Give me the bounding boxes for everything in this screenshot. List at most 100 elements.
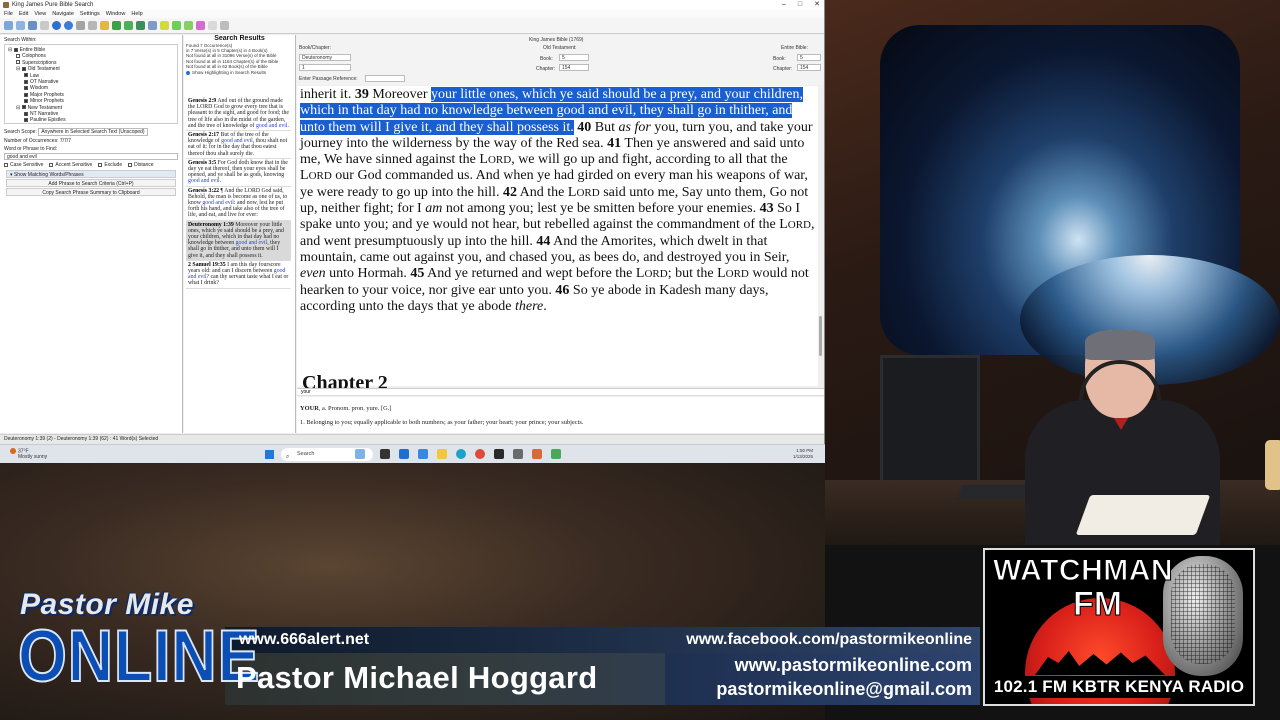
menu-edit[interactable]: Edit [19,10,28,18]
search-within-label: Search Within: [4,37,37,43]
maximize-icon[interactable]: □ [798,0,802,10]
print-icon[interactable] [40,21,49,30]
layout-icon[interactable] [148,21,157,30]
settings-icon[interactable] [513,449,523,459]
occurrences-row: Number of Occurrences: 7/7/7 [4,138,71,144]
website-facebook: www.facebook.com/pastormikeonline [686,631,972,648]
open-bible [1075,495,1211,535]
accent-sensitive-checkbox[interactable]: Accent Sensitive [49,162,92,168]
entire-bible-label: Entire Bible: [781,45,808,51]
dictionary-headword: YOUR [300,405,319,412]
occurrences-value: 7/7/7 [59,138,71,144]
copy-icon[interactable] [88,21,97,30]
taskbar-clock[interactable]: 1:50 PM 1/13/2025 [793,448,813,460]
microphone-grille-icon [1171,564,1235,664]
open-icon[interactable] [16,21,25,30]
verse-number: 43 [759,201,774,217]
chrome-icon[interactable] [475,449,485,459]
scripture-text-pane[interactable]: inherit it. 39 Moreover your little ones… [297,86,818,386]
stream-frame: King James Pure Bible Search – □ ✕ File … [0,0,1280,720]
search-scope-select[interactable]: Anywhere in Selected Search Text (Unscop… [38,128,148,136]
settings-icon[interactable] [220,21,229,30]
link-icon[interactable] [136,21,145,30]
paste-icon[interactable] [100,21,109,30]
phrase-input[interactable]: good and evil [4,153,178,160]
refresh-icon[interactable] [112,21,121,30]
website-pastormikeonline: www.pastormikeonline.com [734,655,972,675]
search-scope-label: Search Scope: Anywhere in Selected Searc… [0,125,182,136]
new-search-icon[interactable] [4,21,13,30]
obs-icon[interactable] [494,449,504,459]
windows-taskbar: 37°F Mostly sunny ⌕ Search 1:50 PM 1/13/20… [0,444,825,463]
ot-chapter-spinner[interactable]: 154 [559,64,589,71]
reference-input[interactable] [365,75,405,82]
ot-book-spinner[interactable]: 5 [559,54,589,61]
menu-navigate[interactable]: Navigate [52,10,74,18]
exclude-checkbox[interactable]: Exclude [98,162,122,168]
highlighter-lime-icon[interactable] [184,21,193,30]
edge-icon[interactable] [418,449,428,459]
sync-icon[interactable] [124,21,133,30]
enter-reference-label: Enter Passage Reference: [299,76,358,82]
result-item[interactable]: 2 Samuel 19:35 I am this day fourscore y… [186,261,291,289]
task-view-icon[interactable] [380,449,390,459]
verse-number: 40 [577,119,592,135]
copy-summary-button[interactable]: Copy Search Phrase Summary to Clipboard [6,188,176,196]
browser-icon[interactable] [456,449,466,459]
menu-window[interactable]: Window [106,10,126,18]
result-item[interactable]: Genesis 2:9 And out of the ground made t… [186,97,291,132]
result-item[interactable]: Genesis 3:22 ¶ And the LORD God said, Be… [186,187,291,221]
watchman-fm-logo: WATCHMAN FM 102.1 FM KBTR KENYA RADIO [983,548,1255,706]
menu-view[interactable]: View [34,10,46,18]
verse-number: 39 [354,87,369,102]
dictionary-search-input[interactable]: your [297,388,824,396]
figurine [1265,440,1280,490]
distance-checkbox[interactable]: Distance [128,162,154,168]
result-item[interactable]: Genesis 3:5 For God doth know that in th… [186,159,291,187]
eb-chapter-label: Chapter: [773,66,793,72]
sun-icon [10,448,16,454]
show-highlighting-toggle[interactable]: Show Highlighting in Search Results [184,69,295,76]
logo-online: ONLINE [17,616,261,698]
eraser-icon[interactable] [208,21,217,30]
folder-icon[interactable] [437,449,447,459]
show-matching-toggle[interactable]: ▾ Show Matching Words/Phrases [6,170,176,178]
eb-chapter-spinner[interactable]: 154 [797,64,821,71]
menu-settings[interactable]: Settings [80,10,100,18]
book-tree[interactable]: ⊟ Entire Bible Colophons Superscriptions… [4,44,178,124]
highlighter-yellow-icon[interactable] [160,21,169,30]
result-item-selected[interactable]: Deuteronomy 1:39 Moreover your little on… [186,220,291,261]
book-select[interactable]: Deuteronomy [299,54,351,61]
result-item[interactable]: Genesis 2:17 But of the tree of the know… [186,131,291,159]
chapter-select[interactable]: 1 [299,64,351,71]
cut-icon[interactable] [76,21,85,30]
bible-search-window: King James Pure Bible Search – □ ✕ File … [0,0,825,444]
contact-email: pastormikeonline@gmail.com [716,679,972,699]
weather-widget[interactable]: 37°F Mostly sunny [10,448,47,460]
close-icon[interactable]: ✕ [814,0,820,10]
eb-book-spinner[interactable]: 5 [797,54,821,61]
menu-file[interactable]: File [4,10,13,18]
back-icon[interactable] [52,21,61,30]
windows-start-icon[interactable] [265,450,274,459]
results-title: Search Results [214,35,265,42]
highlighter-pink-icon[interactable] [196,21,205,30]
highlighter-green-icon[interactable] [172,21,181,30]
store-icon[interactable] [399,449,409,459]
menu-help[interactable]: Help [131,10,142,18]
radio-title: WATCHMAN [992,554,1174,588]
tree-node[interactable]: Pauline Epistles [8,117,174,123]
bible-app-icon[interactable] [532,449,542,459]
widgets-icon[interactable] [355,449,365,459]
case-sensitive-checkbox[interactable]: Case Sensitive [4,162,43,168]
minimize-icon[interactable]: – [782,0,786,10]
add-phrase-button[interactable]: Add Phrase to Search Criteria (Ctrl+P) [6,179,176,187]
forward-icon[interactable] [64,21,73,30]
app-icon[interactable] [551,449,561,459]
save-icon[interactable] [28,21,37,30]
old-testament-label: Old Testament: [543,45,577,51]
ot-book-label: Book: [540,56,553,62]
text-scrollbar[interactable] [818,86,824,386]
search-results-pane: Search Results Found 7 Occurrence(s) in … [184,35,296,433]
space-window-backdrop [880,25,1280,385]
